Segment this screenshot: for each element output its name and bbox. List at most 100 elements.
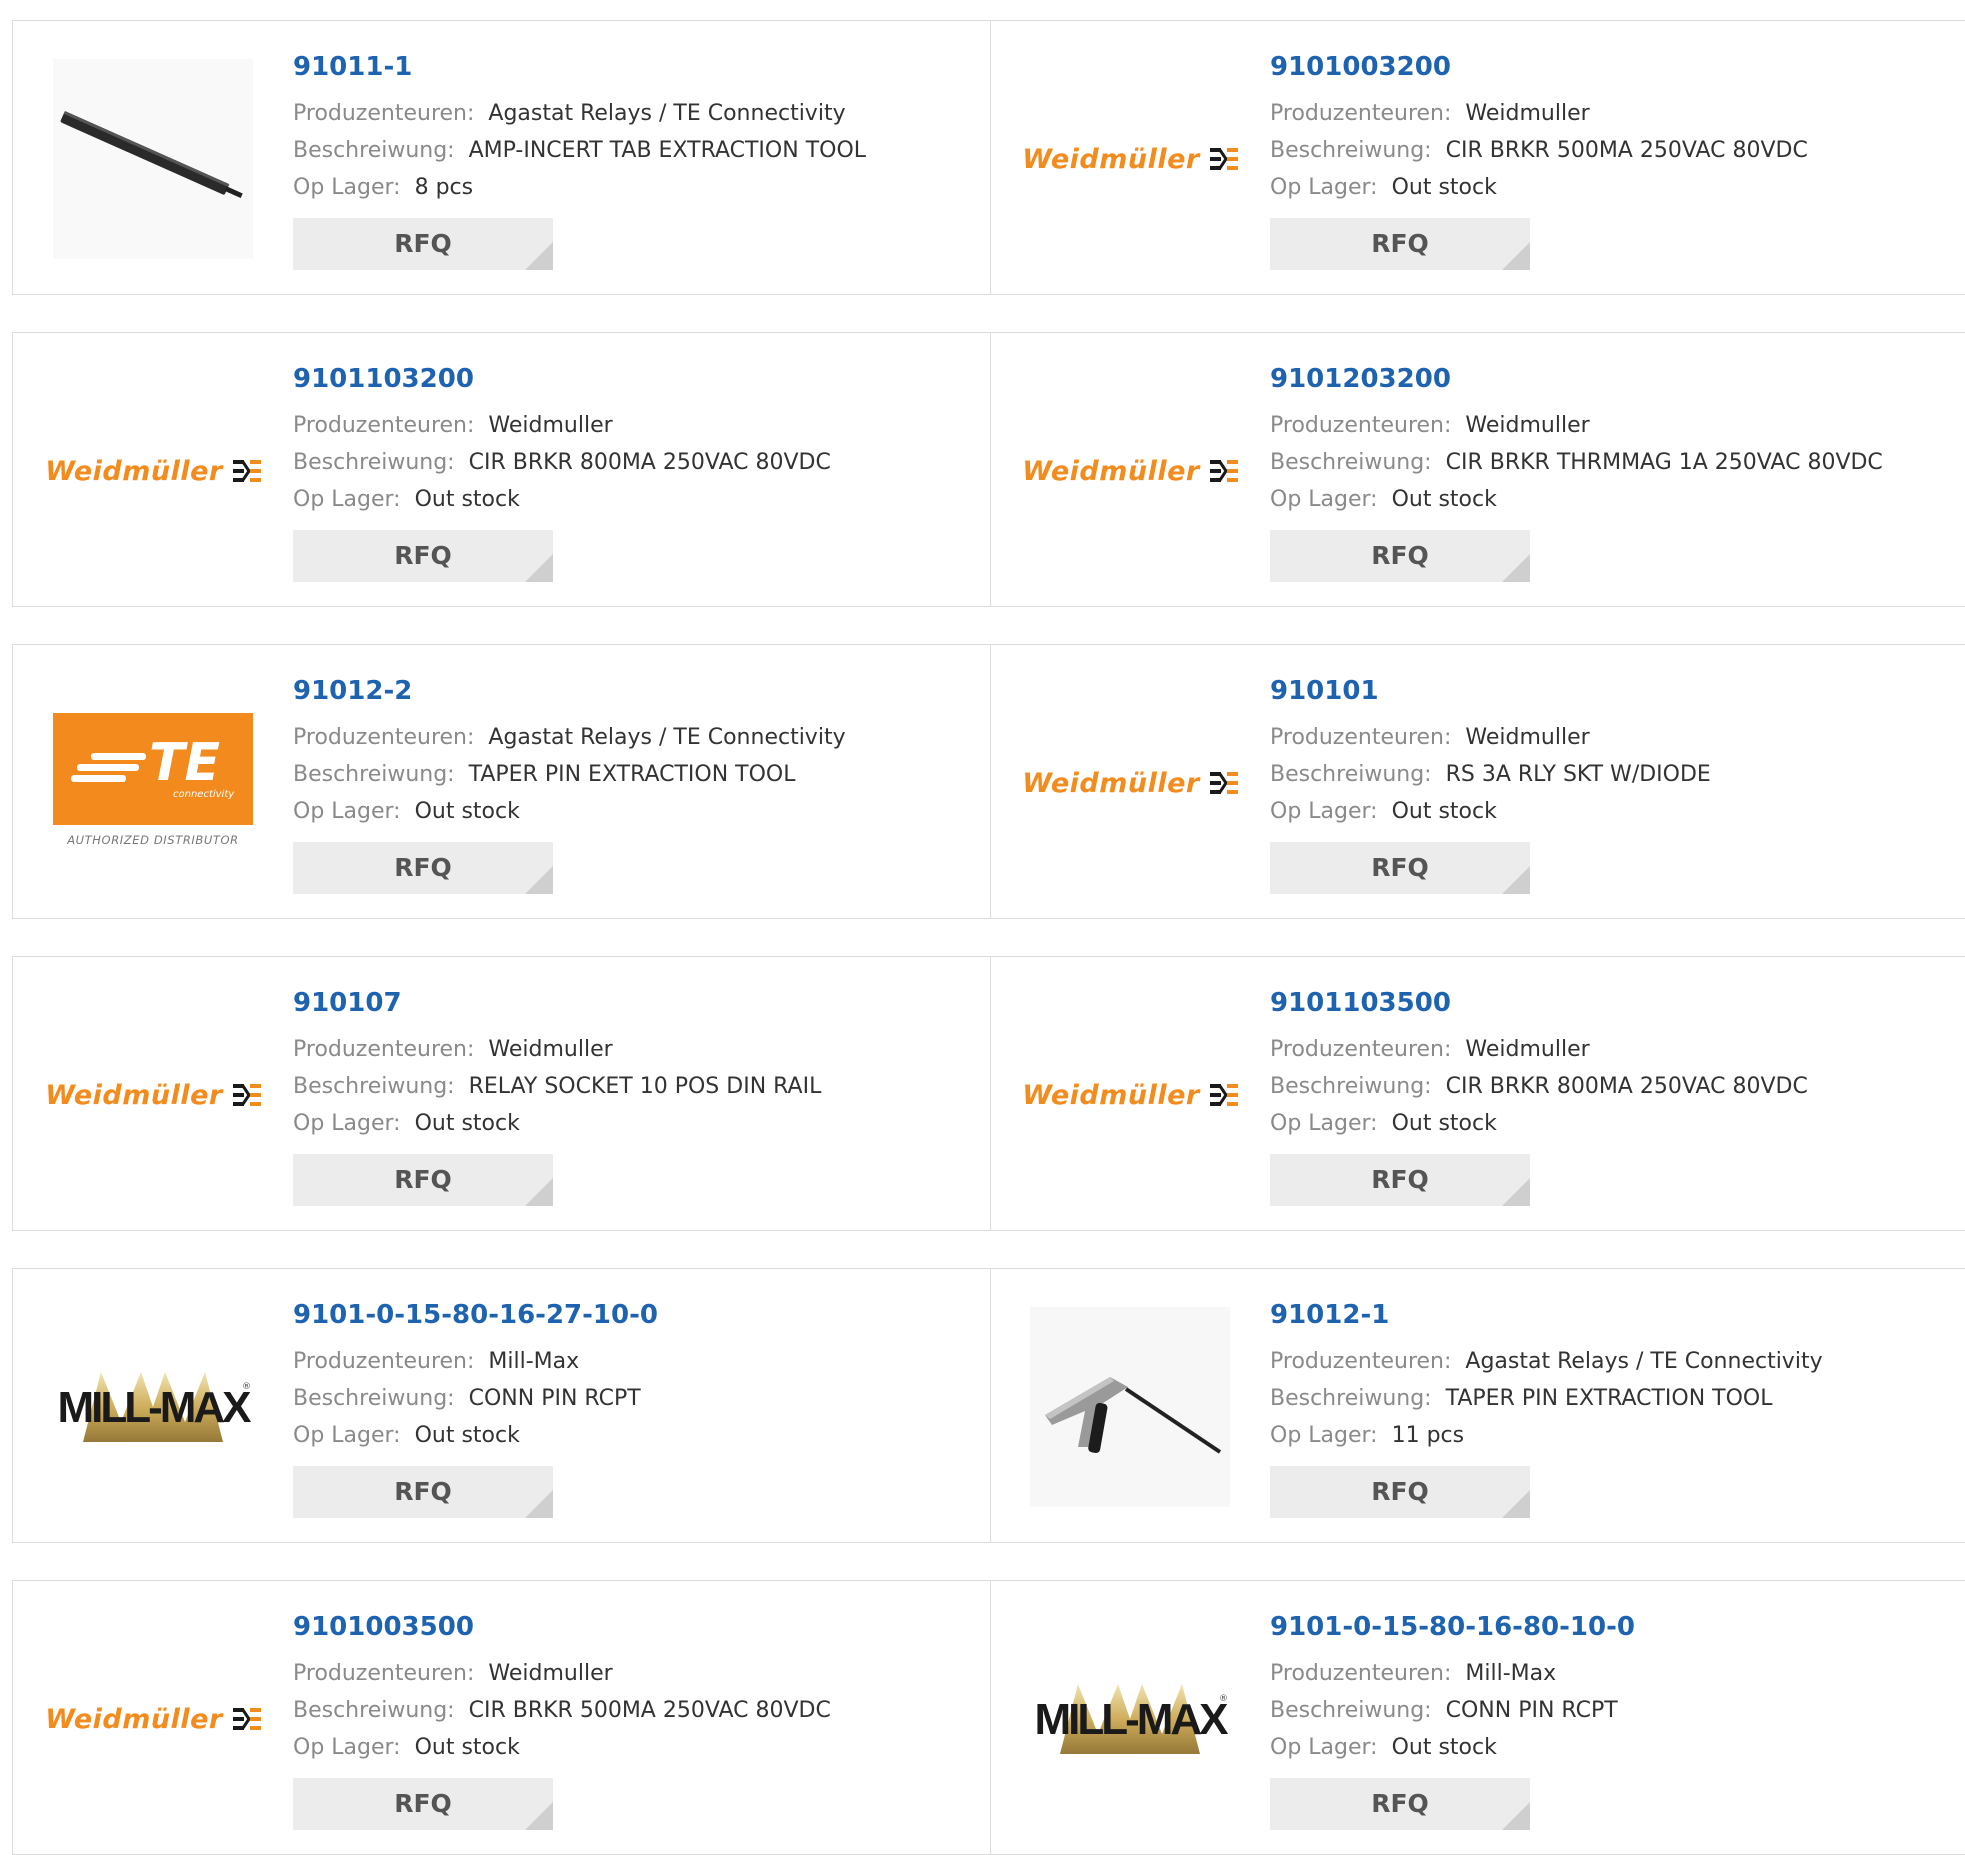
- rfq-button[interactable]: RFQ: [1270, 1154, 1530, 1206]
- part-number-link[interactable]: 9101003200: [1270, 49, 1965, 85]
- manufacturer-label: Produzenteuren:: [293, 725, 475, 750]
- corner-fold-icon: [525, 242, 553, 270]
- corner-fold-icon: [1502, 866, 1530, 894]
- part-number-link[interactable]: 91012-2: [293, 673, 980, 709]
- manufacturer-value: Agastat Relays / TE Connectivity: [488, 725, 846, 750]
- part-number-link[interactable]: 9101-0-15-80-16-27-10-0: [293, 1297, 980, 1333]
- corner-fold-icon: [525, 1490, 553, 1518]
- mill-max-logo: MILL-MAX ®: [53, 1352, 253, 1462]
- product-card: Weidmüller 9101103500 Produzenteuren: Wei…: [990, 957, 1965, 1230]
- stock-label: Op Lager:: [1270, 487, 1378, 512]
- stock-line: Op Lager: Out stock: [1270, 1729, 1965, 1766]
- manufacturer-value: Mill-Max: [488, 1349, 580, 1374]
- rfq-button[interactable]: RFQ: [293, 1778, 553, 1830]
- manufacturer-line: Produzenteuren: Agastat Relays / TE Conne…: [293, 719, 980, 756]
- stock-value: Out stock: [414, 799, 520, 824]
- product-row: 91011-1 Produzenteuren: Agastat Relays / …: [12, 20, 1965, 295]
- part-number-link[interactable]: 910101: [1270, 673, 1965, 709]
- stock-value: Out stock: [1391, 799, 1497, 824]
- part-number-link[interactable]: 9101103200: [293, 361, 980, 397]
- corner-fold-icon: [1502, 1178, 1530, 1206]
- rfq-button[interactable]: RFQ: [1270, 1466, 1530, 1518]
- description-line: Beschreiwung: CONN PIN RCPT: [1270, 1692, 1965, 1729]
- description-label: Beschreiwung:: [1270, 138, 1432, 163]
- weidmuller-logo: Weidmüller: [1022, 144, 1238, 175]
- rfq-button[interactable]: RFQ: [1270, 1778, 1530, 1830]
- stock-label: Op Lager:: [1270, 799, 1378, 824]
- stock-line: Op Lager: Out stock: [293, 1729, 980, 1766]
- corner-fold-icon: [525, 1178, 553, 1206]
- part-number-link[interactable]: 9101103500: [1270, 985, 1965, 1021]
- rfq-button[interactable]: RFQ: [1270, 530, 1530, 582]
- manufacturer-value: Weidmuller: [488, 1037, 613, 1062]
- product-card: Weidmüller 910101 Produzenteuren: Weidmul…: [990, 645, 1965, 918]
- manufacturer-line: Produzenteuren: Weidmuller: [1270, 719, 1965, 756]
- product-card: MILL-MAX ® 9101-0-15-80-16-80-10-0 Produ…: [990, 1581, 1965, 1854]
- manufacturer-label: Produzenteuren:: [293, 1037, 475, 1062]
- weidmuller-mark-icon: [232, 1084, 261, 1106]
- product-image: Weidmüller: [45, 995, 261, 1195]
- mill-max-logo: MILL-MAX ®: [1030, 1664, 1230, 1774]
- rfq-button[interactable]: RFQ: [293, 1466, 553, 1518]
- stock-label: Op Lager:: [1270, 1735, 1378, 1760]
- stock-value: 11 pcs: [1391, 1423, 1465, 1448]
- description-value: RELAY SOCKET 10 POS DIN RAIL: [468, 1074, 822, 1099]
- rfq-button[interactable]: RFQ: [293, 842, 553, 894]
- rfq-label: RFQ: [394, 229, 452, 258]
- part-number-link[interactable]: 9101203200: [1270, 361, 1965, 397]
- manufacturer-label: Produzenteuren:: [293, 101, 475, 126]
- rfq-label: RFQ: [1371, 541, 1429, 570]
- weidmuller-logo: Weidmüller: [45, 1704, 261, 1735]
- product-image: Weidmüller: [45, 371, 261, 571]
- product-row: MILL-MAX ® 9101-0-15-80-16-27-10-0 Produ…: [12, 1268, 1965, 1543]
- part-number-link[interactable]: 91012-1: [1270, 1297, 1965, 1333]
- description-label: Beschreiwung:: [1270, 1698, 1432, 1723]
- product-image: Weidmüller: [1022, 371, 1238, 571]
- rfq-button[interactable]: RFQ: [293, 530, 553, 582]
- manufacturer-value: Weidmuller: [1465, 725, 1590, 750]
- manufacturer-value: Weidmuller: [488, 413, 613, 438]
- description-line: Beschreiwung: AMP-INCERT TAB EXTRACTION T…: [293, 132, 980, 169]
- corner-fold-icon: [1502, 554, 1530, 582]
- stock-label: Op Lager:: [293, 175, 401, 200]
- stock-value: 8 pcs: [414, 175, 474, 200]
- manufacturer-line: Produzenteuren: Weidmuller: [293, 1031, 980, 1068]
- description-value: CIR BRKR 800MA 250VAC 80VDC: [1445, 1074, 1808, 1099]
- weidmuller-mark-icon: [1209, 460, 1238, 482]
- stock-value: Out stock: [1391, 487, 1497, 512]
- manufacturer-value: Weidmuller: [1465, 1037, 1590, 1062]
- rfq-label: RFQ: [394, 1789, 452, 1818]
- part-number-link[interactable]: 9101-0-15-80-16-80-10-0: [1270, 1609, 1965, 1645]
- part-number-link[interactable]: 910107: [293, 985, 980, 1021]
- weidmuller-logo: Weidmüller: [1022, 768, 1238, 799]
- part-number-link[interactable]: 9101003500: [293, 1609, 980, 1645]
- manufacturer-label: Produzenteuren:: [293, 413, 475, 438]
- description-value: TAPER PIN EXTRACTION TOOL: [1445, 1386, 1773, 1411]
- stock-value: Out stock: [1391, 175, 1497, 200]
- rfq-label: RFQ: [394, 1165, 452, 1194]
- description-line: Beschreiwung: CIR BRKR 800MA 250VAC 80VDC: [293, 444, 980, 481]
- product-image: MILL-MAX ®: [1030, 1619, 1230, 1819]
- description-label: Beschreiwung:: [1270, 450, 1432, 475]
- manufacturer-value: Weidmuller: [488, 1661, 613, 1686]
- rfq-button[interactable]: RFQ: [293, 218, 553, 270]
- rfq-button[interactable]: RFQ: [1270, 842, 1530, 894]
- manufacturer-line: Produzenteuren: Weidmuller: [1270, 95, 1965, 132]
- description-label: Beschreiwung:: [1270, 1074, 1432, 1099]
- manufacturer-line: Produzenteuren: Agastat Relays / TE Conne…: [293, 95, 980, 132]
- part-number-link[interactable]: 91011-1: [293, 49, 980, 85]
- description-line: Beschreiwung: CONN PIN RCPT: [293, 1380, 980, 1417]
- rfq-label: RFQ: [1371, 1165, 1429, 1194]
- corner-fold-icon: [1502, 1490, 1530, 1518]
- description-value: RS 3A RLY SKT W/DIODE: [1445, 762, 1711, 787]
- rfq-button[interactable]: RFQ: [1270, 218, 1530, 270]
- weidmuller-mark-icon: [1209, 772, 1238, 794]
- rfq-button[interactable]: RFQ: [293, 1154, 553, 1206]
- manufacturer-label: Produzenteuren:: [293, 1661, 475, 1686]
- product-image: [1030, 1307, 1230, 1507]
- manufacturer-label: Produzenteuren:: [1270, 1661, 1452, 1686]
- corner-fold-icon: [525, 1802, 553, 1830]
- description-value: CIR BRKR 500MA 250VAC 80VDC: [468, 1698, 831, 1723]
- manufacturer-value: Weidmuller: [1465, 413, 1590, 438]
- description-value: CONN PIN RCPT: [468, 1386, 641, 1411]
